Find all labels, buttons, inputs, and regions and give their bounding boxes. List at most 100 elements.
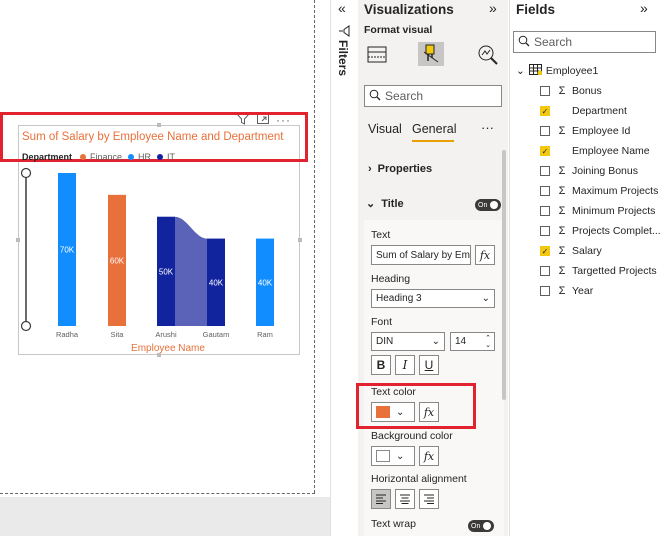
checkbox-checked[interactable]: ✓ — [540, 146, 550, 156]
field-item[interactable]: Σ Bonus — [540, 83, 602, 99]
tab-visual[interactable]: Visual — [368, 122, 402, 136]
sigma-icon: Σ — [558, 245, 566, 257]
checkbox[interactable] — [540, 186, 550, 196]
text-color-highlight-box — [356, 383, 476, 429]
build-visual-icon[interactable] — [366, 44, 392, 68]
underline-button[interactable]: U — [419, 355, 439, 375]
checkbox-checked[interactable]: ✓ — [540, 106, 550, 116]
visualizations-scrollbar[interactable] — [502, 150, 506, 400]
sigma-icon: Σ — [558, 265, 566, 277]
analytics-magnifier-icon[interactable] — [476, 44, 502, 68]
properties-section-header[interactable]: › Properties — [368, 163, 432, 175]
x-tick-label: Radha — [56, 330, 79, 339]
field-label: Employee Name — [572, 145, 650, 157]
title-toggle[interactable]: On — [475, 199, 501, 211]
resize-handle-top[interactable] — [157, 123, 161, 127]
data-label-ram: 40K — [258, 278, 273, 287]
resize-handle-bottom[interactable] — [157, 353, 161, 357]
background-color-swatch — [376, 450, 390, 462]
checkbox[interactable] — [540, 126, 550, 136]
heading-value: Heading 3 — [376, 293, 422, 304]
title-toggle-label: On — [478, 201, 488, 209]
format-visual-paintbrush-icon[interactable] — [418, 42, 444, 66]
chevron-down-icon: ⌄ — [396, 450, 405, 462]
legend-dot-hr — [128, 154, 135, 160]
align-right-icon — [424, 494, 434, 504]
sigma-icon: Σ — [558, 185, 566, 197]
search-placeholder: Search — [385, 89, 424, 103]
checkbox[interactable] — [540, 266, 550, 276]
field-item[interactable]: Σ Targetted Projects — [540, 263, 657, 279]
checkbox[interactable] — [540, 286, 550, 296]
align-left-button[interactable] — [371, 489, 391, 509]
search-icon — [518, 35, 530, 50]
field-item[interactable]: Σ Employee Id — [540, 123, 630, 139]
resize-handle-left[interactable] — [16, 238, 20, 242]
chart-legend: Department Finance HR IT — [22, 152, 175, 162]
data-label-sita: 60K — [110, 256, 125, 265]
title-text-fx-button[interactable]: fx — [475, 245, 495, 265]
field-item[interactable]: Σ Joining Bonus — [540, 163, 638, 179]
collapse-fields-icon[interactable]: » — [640, 0, 648, 16]
zoom-slider-bottom-handle[interactable] — [20, 320, 32, 332]
chevron-down-icon: ⌄ — [481, 293, 490, 304]
align-center-button[interactable] — [395, 489, 415, 509]
font-size-value: 14 — [455, 336, 467, 347]
title-text-input[interactable]: Sum of Salary by Employee Name and Depar… — [371, 245, 471, 265]
font-family-dropdown[interactable]: DIN ⌄ — [371, 332, 445, 351]
filters-pane-collapsed[interactable] — [330, 0, 358, 536]
field-label: Salary — [572, 245, 602, 257]
search-placeholder: Search — [534, 35, 573, 49]
table-employee1[interactable]: ⌄ Employee1 — [516, 64, 598, 78]
stepper-arrows-icon: ⌃ ⌄ — [485, 334, 491, 349]
sigma-icon: Σ — [558, 125, 566, 137]
fields-search-input[interactable]: Search — [513, 31, 656, 53]
legend-item-hr: HR — [138, 152, 152, 162]
checkbox-checked[interactable]: ✓ — [540, 246, 550, 256]
checkbox[interactable] — [540, 86, 550, 96]
filters-label[interactable]: Filters — [336, 40, 350, 76]
heading-dropdown[interactable]: Heading 3 ⌄ — [371, 289, 495, 308]
resize-handle-right[interactable] — [298, 238, 302, 242]
collapse-filters-icon[interactable]: « — [338, 0, 346, 16]
collapse-visualizations-icon[interactable]: » — [489, 0, 497, 16]
text-wrap-toggle-label: On — [471, 522, 481, 530]
legend-dot-finance — [80, 154, 87, 160]
checkbox[interactable] — [540, 166, 550, 176]
visualizations-search-input[interactable]: Search — [364, 85, 502, 107]
checkbox[interactable] — [540, 226, 550, 236]
horizontal-alignment-label: Horizontal alignment — [371, 473, 467, 485]
checkbox[interactable] — [540, 206, 550, 216]
background-color-fx-button[interactable]: fx — [419, 446, 439, 466]
canvas-page-edge-bottom — [0, 493, 315, 494]
canvas-page-edge — [314, 0, 315, 493]
font-value: DIN — [376, 336, 394, 347]
field-label: Bonus — [572, 85, 602, 97]
background-color-picker[interactable]: ⌄ — [371, 446, 415, 466]
tab-general[interactable]: General — [412, 122, 456, 136]
text-label: Text — [371, 229, 391, 241]
format-visual-label: Format visual — [364, 24, 433, 36]
field-item[interactable]: Σ Projects Complet... — [540, 223, 660, 239]
field-item[interactable]: ✓ΣDepartment — [540, 103, 627, 119]
background-color-label: Background color — [371, 430, 453, 442]
text-wrap-toggle[interactable]: On — [468, 520, 494, 532]
x-axis-title: Employee Name — [131, 343, 205, 354]
align-right-button[interactable] — [419, 489, 439, 509]
field-item[interactable]: ✓ΣEmployee Name — [540, 143, 650, 159]
title-section-header[interactable]: ⌄ Title — [366, 197, 404, 211]
field-item[interactable]: Σ Maximum Projects — [540, 183, 658, 199]
legend-dot-it — [157, 154, 164, 160]
properties-label: Properties — [377, 163, 433, 175]
chevron-down-icon: ⌄ — [431, 336, 440, 347]
field-item[interactable]: Σ Minimum Projects — [540, 203, 655, 219]
field-item[interactable]: Σ Year — [540, 283, 593, 299]
field-item[interactable]: ✓ Σ Salary — [540, 243, 602, 259]
zoom-slider-top-handle[interactable] — [20, 167, 32, 179]
italic-button[interactable]: I — [395, 355, 415, 375]
font-size-stepper[interactable]: 14 ⌃ ⌄ — [450, 332, 495, 351]
chevron-down-icon: ⌄ — [516, 65, 525, 77]
legend-item-finance: Finance — [90, 152, 123, 162]
more-options-icon[interactable]: ··· — [481, 120, 494, 135]
bold-button[interactable]: B — [371, 355, 391, 375]
